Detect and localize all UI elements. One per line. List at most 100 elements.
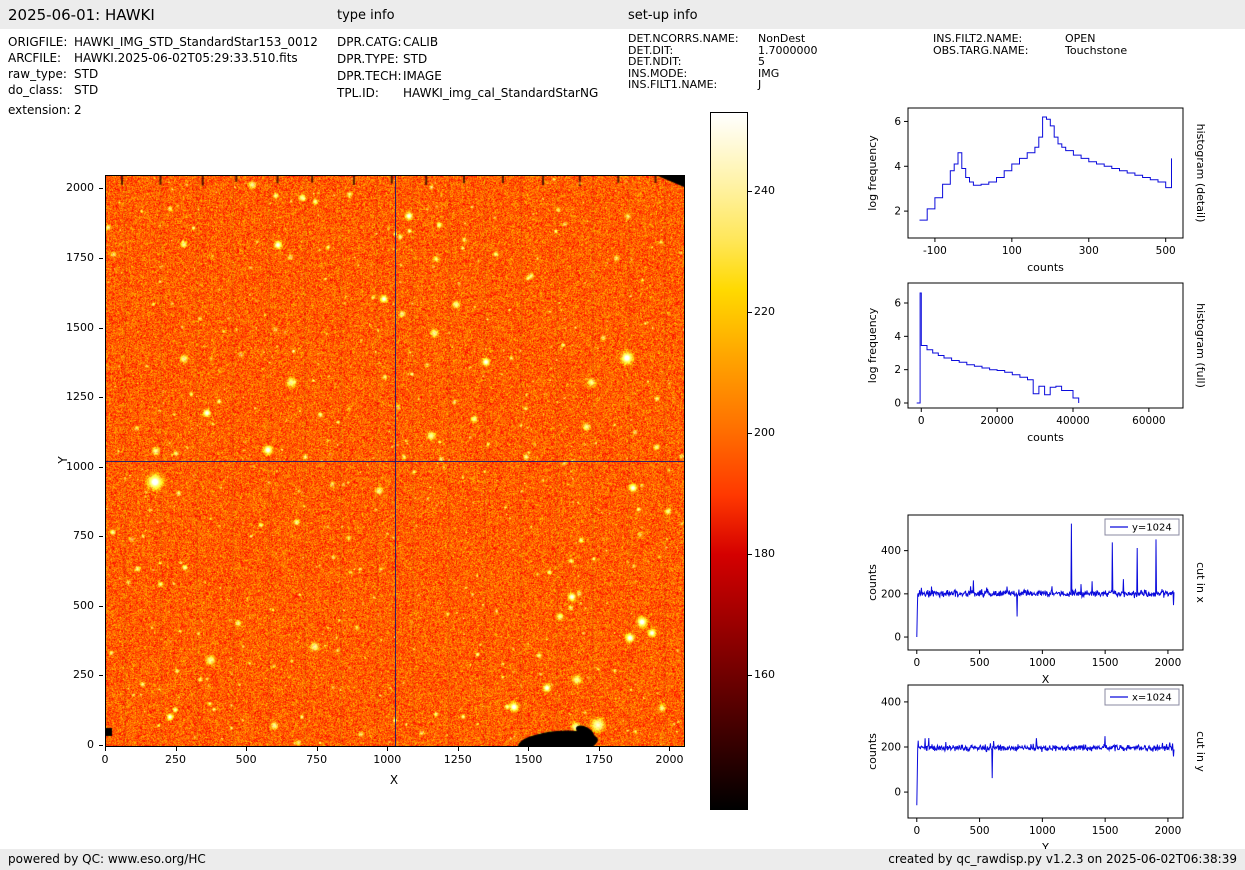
info-value: 2: [74, 103, 82, 117]
y-tick-mark: [99, 188, 103, 190]
y-axis-label: log frequency: [866, 135, 879, 211]
y-tick-label: 0: [894, 398, 901, 410]
plot-frame: [907, 107, 1184, 239]
x-tick-mark: [387, 747, 389, 751]
type-info-heading: type info: [337, 8, 395, 23]
histogram-full-plot: 0 20000 40000 60000 0 2 4 6 log frequency histogr…: [862, 271, 1209, 456]
plot-right-title: cut in x: [1194, 562, 1207, 603]
y-tick-mark: [99, 397, 103, 399]
colorbar-tick-mark: [748, 674, 752, 676]
histogram-full-svg: 0 20000 40000 60000 0 2 4 6 log frequency histogr…: [866, 282, 1207, 444]
info-value: STD: [74, 67, 99, 81]
x-tick-label: 0: [913, 825, 920, 837]
cut-in-x-svg: 0 500 1000 1500 2000 0 200 400 y=1024 counts cut i…: [866, 514, 1207, 686]
y-axis-label: counts: [866, 733, 879, 770]
y-tick-label: 250: [73, 668, 94, 682]
x-tick-label: 2000: [655, 753, 684, 766]
info-value: HAWKI_IMG_STD_StandardStar153_0012: [74, 35, 318, 49]
x-tick-label: 100: [1002, 245, 1022, 257]
info-value: 1.7000000: [758, 43, 818, 57]
cut-in-y-plot: 0 500 1000 1500 2000 0 200 400 x=1024 counts cut i…: [862, 673, 1209, 866]
x-axis-label: counts: [1027, 431, 1064, 444]
y-tick-label: 1000: [66, 459, 94, 473]
y-tick-label: 4: [894, 331, 901, 343]
info-label: ARCFILE:: [8, 51, 62, 65]
colorbar-tick-label: 220: [754, 304, 775, 318]
info-value: HAWKI.2025-06-02T05:29:33.510.fits: [74, 51, 298, 65]
colorbar-tick-label: 240: [754, 183, 775, 197]
y-tick-label: 2: [894, 364, 901, 376]
x-tick-label: 60000: [1132, 415, 1165, 427]
y-tick-label: 6: [894, 298, 901, 310]
y-tick-mark: [99, 675, 103, 677]
x-tick-mark: [528, 747, 530, 751]
y-tick-label: 2000: [66, 181, 94, 195]
x-tick-label: 1250: [443, 753, 472, 766]
plot-frame: [907, 282, 1184, 409]
info-label: extension:: [8, 103, 71, 117]
x-tick-mark: [316, 747, 318, 751]
y-tick-label: 1500: [66, 320, 94, 334]
y-tick-label: 0: [87, 738, 94, 751]
y-tick-label: 0: [894, 632, 901, 644]
info-row-rawtype: raw_type: STD: [8, 66, 318, 82]
legend-label: y=1024: [1132, 523, 1172, 534]
info-label: DPR.TECH:: [337, 69, 402, 83]
x-tick-label: 1750: [584, 753, 613, 766]
x-tick-mark: [598, 747, 600, 751]
y-tick-mark: [99, 466, 103, 468]
info-value: J: [758, 78, 762, 91]
x-tick-label: 1500: [1092, 657, 1119, 669]
x-tick-label: 500: [1156, 245, 1176, 257]
info-row-filt1: INS.FILT1.NAME: J: [628, 79, 818, 91]
y-tick-label: 6: [894, 116, 901, 128]
setup-info-column: DET.NCORRS.NAME: NonDest DET.DIT: 1.700000…: [628, 33, 818, 91]
y-tick-label: 1250: [66, 390, 94, 404]
x-tick-label: 0: [913, 657, 920, 669]
cut-in-y-svg: 0 500 1000 1500 2000 0 200 400 x=1024 counts cut i…: [866, 684, 1207, 854]
info-label: DET.NCORRS.NAME:: [628, 32, 739, 45]
y-tick-mark: [99, 605, 103, 607]
x-tick-label: 250: [165, 753, 187, 766]
y-axis-label: counts: [866, 564, 879, 601]
setup-info-heading: set-up info: [628, 8, 698, 23]
histogram-detail-plot: -100 100 300 500 2 4 6 log frequency histogram (…: [862, 96, 1209, 286]
info-label: raw_type:: [8, 67, 67, 81]
info-row-tplid: TPL.ID: HAWKI_img_cal_StandardStarNG: [337, 85, 598, 102]
page-title: 2025-06-01: HAWKI: [8, 6, 155, 24]
x-tick-label: 500: [235, 753, 257, 766]
histogram-detail-svg: -100 100 300 500 2 4 6 log frequency histogram (…: [866, 107, 1207, 274]
y-tick-mark: [99, 257, 103, 259]
info-label: do_class:: [8, 83, 63, 97]
x-tick-label: 1500: [514, 753, 543, 766]
x-tick-mark: [669, 747, 671, 751]
x-tick-label: 1000: [373, 753, 402, 766]
x-tick-label: 750: [306, 753, 328, 766]
plot-right-title: histogram (detail): [1194, 124, 1207, 223]
colorbar-tick-label: 200: [754, 425, 775, 439]
x-tick-label: 300: [1079, 245, 1099, 257]
y-tick-label: 500: [73, 598, 94, 612]
info-value: HAWKI_img_cal_StandardStarNG: [403, 86, 599, 100]
x-tick-mark: [246, 747, 248, 751]
y-tick-label: 0: [894, 787, 901, 799]
info-row-origfile: ORIGFILE: HAWKI_IMG_STD_StandardStar153_0…: [8, 34, 318, 50]
info-row-dprtype: DPR.TYPE: STD: [337, 51, 598, 68]
footer-bar: powered by QC: www.eso.org/HC created by…: [0, 849, 1245, 870]
plot-right-title: histogram (full): [1194, 303, 1207, 388]
info-label: ORIGFILE:: [8, 35, 68, 49]
footer-created-by: created by qc_rawdisp.py v1.2.3 on 2025-…: [888, 852, 1237, 866]
legend-label: x=1024: [1132, 693, 1172, 704]
y-axis-label: log frequency: [866, 307, 879, 383]
x-tick-mark: [175, 747, 177, 751]
info-row-dprtech: DPR.TECH:IMAGE: [337, 68, 598, 85]
y-tick-mark: [99, 745, 103, 746]
colorbar-tick-mark: [748, 311, 752, 313]
type-info-column: DPR.CATG:CALIB DPR.TYPE: STD DPR.TECH:IMA…: [337, 34, 598, 102]
colorbar-tick-mark: [748, 553, 752, 555]
info-label: DPR.CATG:: [337, 35, 402, 49]
info-row-doclass: do_class: STD: [8, 82, 318, 98]
crosshair-horizontal: [106, 461, 684, 462]
y-tick-label: 200: [881, 741, 901, 753]
info-row-extension: extension: 2: [8, 102, 318, 118]
